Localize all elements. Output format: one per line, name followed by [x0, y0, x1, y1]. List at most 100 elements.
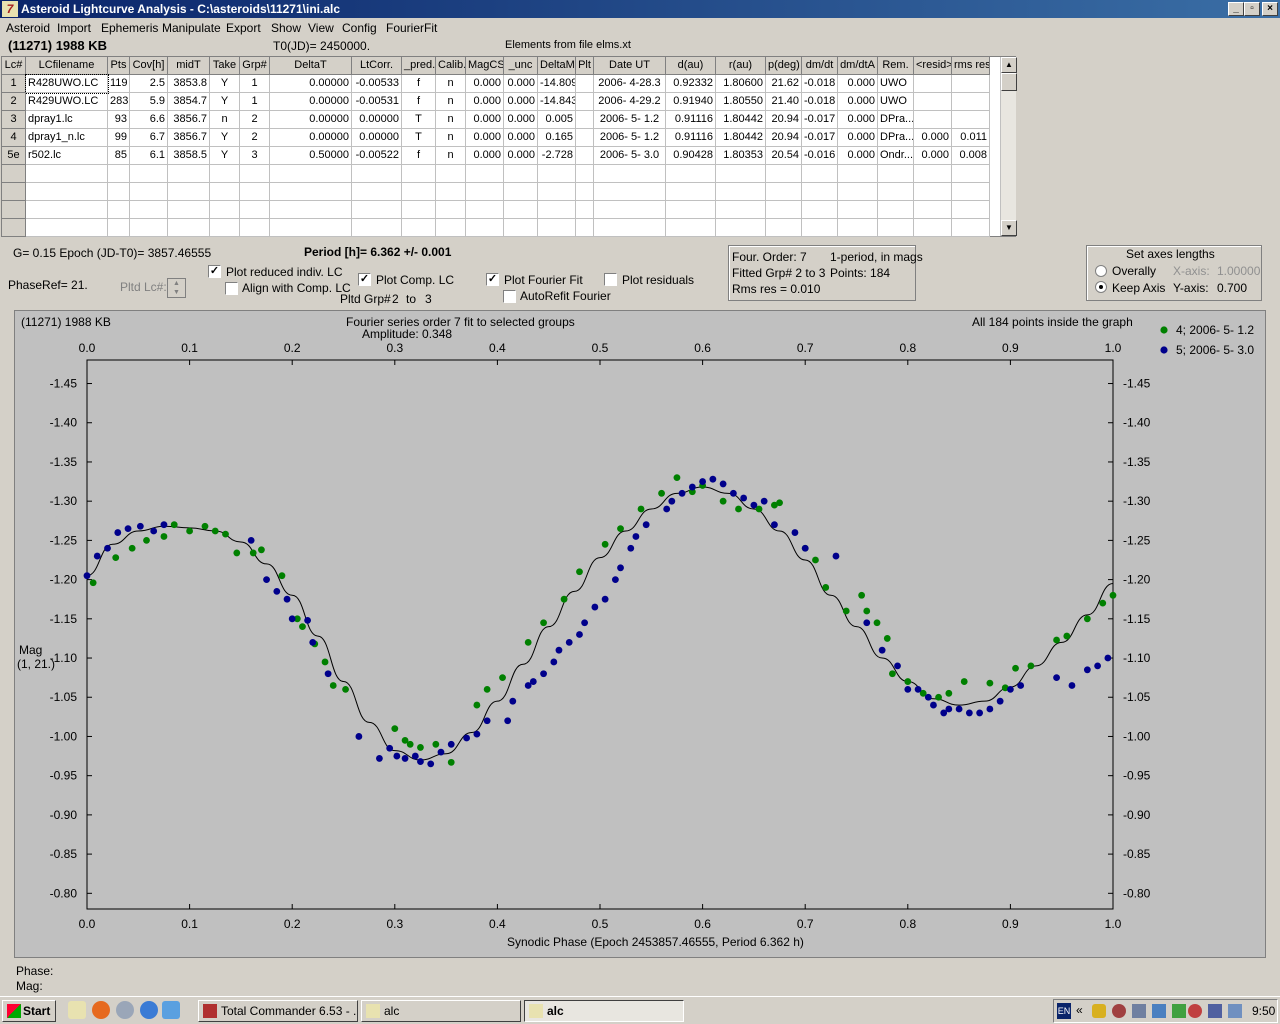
table-cell[interactable]: Y [210, 147, 240, 165]
table-cell-empty[interactable] [952, 201, 990, 219]
scroll-up-button[interactable]: ▲ [1001, 57, 1017, 73]
table-cell[interactable]: 1 [240, 75, 270, 93]
table-cell-empty[interactable] [802, 201, 838, 219]
tray-red-icon[interactable] [1188, 1004, 1202, 1018]
table-cell[interactable]: Y [210, 75, 240, 93]
row-header[interactable]: 4 [2, 129, 26, 147]
column-header[interactable]: Cov[h] [130, 57, 168, 75]
table-cell[interactable]: -0.018 [802, 75, 838, 93]
table-cell-empty[interactable] [666, 201, 716, 219]
menu-fourierfit[interactable]: FourierFit [386, 21, 437, 35]
table-cell-empty[interactable] [168, 183, 210, 201]
table-cell-empty[interactable] [466, 201, 504, 219]
table-cell[interactable]: Ondr... [878, 147, 914, 165]
column-header[interactable]: Lc# [2, 57, 26, 75]
table-cell[interactable]: 2.5 [130, 75, 168, 93]
table-cell-empty[interactable] [878, 165, 914, 183]
table-cell-empty[interactable] [466, 219, 504, 237]
table-cell[interactable]: R428UWO.LC [25, 74, 109, 94]
table-cell-empty[interactable] [240, 219, 270, 237]
table-cell-empty[interactable] [802, 183, 838, 201]
table-cell[interactable]: UWO [878, 75, 914, 93]
table-cell[interactable]: -2.728 [538, 147, 576, 165]
table-cell-empty[interactable] [594, 183, 666, 201]
table-cell-empty[interactable] [402, 201, 436, 219]
table-cell[interactable]: 3858.5 [168, 147, 210, 165]
table-cell-empty[interactable] [914, 201, 952, 219]
table-cell[interactable]: n [436, 93, 466, 111]
table-cell[interactable]: 21.40 [766, 93, 802, 111]
table-cell[interactable]: 1.80550 [716, 93, 766, 111]
quicklaunch-app-icon[interactable] [162, 1001, 180, 1019]
pltd-lc-spinner[interactable]: ▲ ▼ [167, 278, 186, 298]
table-cell-empty[interactable] [766, 201, 802, 219]
table-cell-empty[interactable] [504, 165, 538, 183]
column-header[interactable]: rms res [952, 57, 990, 75]
table-cell[interactable]: 0.00000 [270, 75, 352, 93]
network-icon[interactable] [1132, 1004, 1146, 1018]
column-header[interactable]: p(deg) [766, 57, 802, 75]
table-cell-empty[interactable] [270, 219, 352, 237]
tray-expand-icon[interactable]: « [1076, 1003, 1083, 1017]
table-cell[interactable]: dpray1_n.lc [26, 129, 108, 147]
plot-reduced-checkbox[interactable]: ✓ [208, 265, 221, 278]
column-header[interactable]: Take [210, 57, 240, 75]
menu-show[interactable]: Show [271, 21, 301, 35]
table-cell[interactable]: -0.018 [802, 93, 838, 111]
table-cell-empty[interactable] [130, 201, 168, 219]
table-cell-empty[interactable] [952, 219, 990, 237]
table-cell-empty[interactable] [716, 165, 766, 183]
table-cell-empty[interactable] [270, 183, 352, 201]
row-header[interactable] [2, 219, 26, 237]
plot-fourier-checkbox[interactable]: ✓ [486, 273, 499, 286]
menu-export[interactable]: Export [226, 21, 261, 35]
table-cell[interactable]: 0.005 [538, 111, 576, 129]
table-cell[interactable]: 99 [108, 129, 130, 147]
table-cell-empty[interactable] [130, 219, 168, 237]
table-cell[interactable]: 0.00000 [352, 129, 402, 147]
table-cell[interactable]: r502.lc [26, 147, 108, 165]
table-cell-empty[interactable] [466, 165, 504, 183]
column-header[interactable]: _unc [504, 57, 538, 75]
table-cell[interactable]: 0.000 [466, 111, 504, 129]
table-cell[interactable]: DPra... [878, 111, 914, 129]
scroll-down-button[interactable]: ▼ [1001, 220, 1017, 236]
table-cell-empty[interactable] [838, 219, 878, 237]
table-cell-empty[interactable] [504, 219, 538, 237]
table-cell[interactable]: n [436, 147, 466, 165]
row-header[interactable]: 2 [2, 93, 26, 111]
table-cell[interactable]: T [402, 129, 436, 147]
plot-comp-checkbox[interactable]: ✓ [358, 273, 371, 286]
table-cell[interactable]: 0.008 [952, 147, 990, 165]
tray-app-icon[interactable] [1112, 1004, 1126, 1018]
table-cell-empty[interactable] [352, 183, 402, 201]
table-cell-empty[interactable] [914, 219, 952, 237]
lightcurve-plot-panel[interactable]: (11271) 1988 KB Fourier series order 7 f… [14, 310, 1266, 958]
table-cell-empty[interactable] [210, 219, 240, 237]
table-cell[interactable]: Y [210, 129, 240, 147]
minimize-button[interactable]: _ [1228, 2, 1244, 16]
table-cell[interactable]: 0.00000 [270, 129, 352, 147]
table-cell[interactable]: 0.000 [914, 147, 952, 165]
table-cell-empty[interactable] [210, 183, 240, 201]
table-cell-empty[interactable] [436, 219, 466, 237]
table-cell-empty[interactable] [26, 183, 108, 201]
column-header[interactable]: LtCorr. [352, 57, 402, 75]
table-cell[interactable]: 5.9 [130, 93, 168, 111]
language-en-icon[interactable]: EN [1057, 1003, 1071, 1019]
table-cell-empty[interactable] [538, 219, 576, 237]
pltd-grp-to[interactable]: 3 [425, 292, 432, 306]
column-header[interactable]: MagCS [466, 57, 504, 75]
row-header[interactable]: 5e [2, 147, 26, 165]
menu-view[interactable]: View [308, 21, 334, 35]
table-cell[interactable]: 20.94 [766, 111, 802, 129]
table-cell[interactable]: -0.017 [802, 111, 838, 129]
table-cell[interactable]: -0.016 [802, 147, 838, 165]
table-cell-empty[interactable] [766, 219, 802, 237]
table-cell[interactable]: 0.000 [504, 147, 538, 165]
tray-monitor-icon[interactable] [1228, 1004, 1242, 1018]
table-cell[interactable]: 2006- 4-28.3 [594, 75, 666, 93]
table-cell[interactable]: 283 [108, 93, 130, 111]
table-cell[interactable] [952, 75, 990, 93]
table-cell[interactable] [914, 75, 952, 93]
